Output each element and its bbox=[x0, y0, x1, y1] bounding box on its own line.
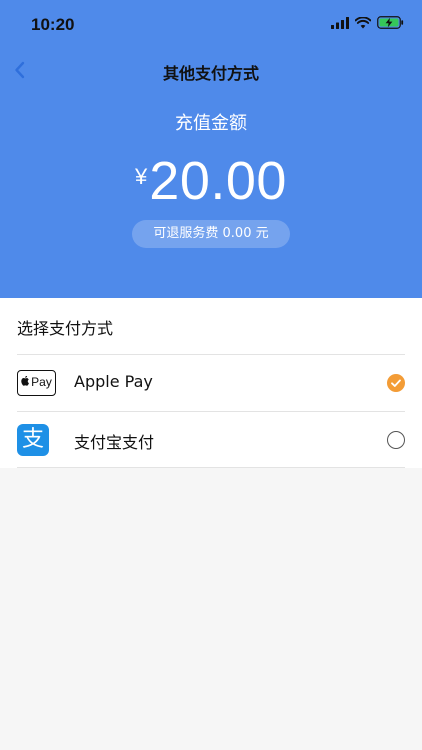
wifi-icon bbox=[355, 16, 371, 28]
selected-radio[interactable] bbox=[387, 374, 405, 392]
section-title: 选择支付方式 bbox=[17, 319, 114, 338]
payment-option-alipay[interactable]: 支 支付宝支付 bbox=[0, 412, 422, 468]
header: 10:20 其他支付方式 充值金额 ¥20.00 可退服务费 0.00 元 bbox=[0, 0, 422, 298]
payment-option-apple-pay[interactable]: Pay Apple Pay bbox=[0, 355, 422, 411]
check-icon bbox=[391, 379, 401, 387]
option-label: Apple Pay bbox=[74, 372, 153, 391]
apple-pay-logo: Pay bbox=[17, 370, 56, 396]
page-title: 其他支付方式 bbox=[162, 64, 259, 83]
nav-bar: 其他支付方式 bbox=[0, 48, 422, 94]
apple-pay-logo-text: Pay bbox=[31, 375, 52, 389]
alipay-logo: 支 bbox=[17, 424, 49, 456]
amount-value: 20.00 bbox=[149, 151, 287, 211]
refundable-fee-badge: 可退服务费 0.00 元 bbox=[132, 220, 290, 248]
recharge-amount-label: 充值金额 bbox=[175, 113, 247, 134]
status-bar: 10:20 bbox=[0, 0, 422, 50]
payment-method-panel: 选择支付方式 Pay Apple Pay 支 支付宝支付 bbox=[0, 298, 422, 468]
apple-icon bbox=[21, 375, 30, 386]
status-time: 10:20 bbox=[31, 15, 75, 34]
recharge-amount: ¥20.00 bbox=[0, 150, 422, 212]
option-label: 支付宝支付 bbox=[74, 433, 155, 452]
battery-charging-icon bbox=[377, 16, 404, 29]
currency-symbol: ¥ bbox=[135, 164, 148, 189]
unselected-radio[interactable] bbox=[387, 431, 405, 449]
signal-icon bbox=[331, 16, 349, 29]
divider bbox=[17, 467, 405, 468]
status-icons bbox=[331, 16, 404, 29]
